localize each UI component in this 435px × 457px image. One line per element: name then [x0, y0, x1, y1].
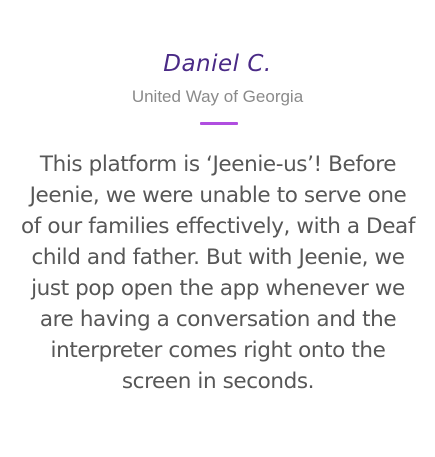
accent-divider [200, 122, 238, 125]
testimonial-card: Daniel C. United Way of Georgia This pla… [0, 0, 435, 457]
author-organization: United Way of Georgia [131, 87, 304, 106]
testimonial-quote: This platform is ‘Jeenie-us’! Before Jee… [20, 152, 415, 394]
author-name: Daniel C. [163, 51, 272, 77]
